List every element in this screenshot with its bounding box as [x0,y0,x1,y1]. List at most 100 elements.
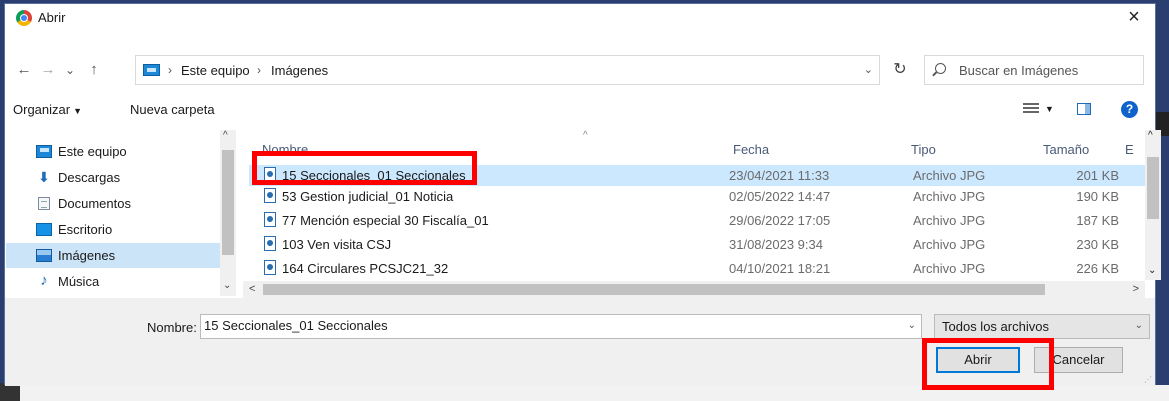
file-row[interactable]: 103 Ven visita CSJ 31/08/2023 9:34 Archi… [249,234,1145,255]
image-file-icon [264,260,276,275]
file-type: Archivo JPG [913,168,986,183]
search-icon [935,63,946,74]
file-type: Archivo JPG [913,237,986,252]
file-list-horizontal-scrollbar[interactable]: < > [243,281,1145,298]
search-input[interactable]: Buscar en Imágenes [924,55,1144,85]
file-type-filter-value: Todos los archivos [942,319,1049,334]
close-icon[interactable]: × [1121,6,1147,30]
file-list-vertical-scrollbar[interactable]: ^ ⌄ [1145,130,1161,280]
file-size: 230 KB [1076,237,1119,252]
address-bar[interactable]: › Este equipo › Imágenes ⌄ [135,55,880,85]
scroll-thumb[interactable] [1147,157,1159,219]
navigation-pane: Este equipo ⬇ Descargas Documentos Escri… [6,130,236,296]
file-date: 02/05/2022 14:47 [729,189,831,204]
image-file-icon [264,212,276,227]
column-header-truncated[interactable]: E [1125,142,1134,157]
file-type: Archivo JPG [913,189,986,204]
file-name-label: Nombre: [147,320,197,335]
sidebar-item-documentos[interactable]: Documentos [6,191,220,216]
column-header-type[interactable]: Tipo [911,142,936,157]
sidebar-item-label: Imágenes [58,248,116,263]
recent-locations-chevron-icon[interactable]: ⌄ [61,53,79,87]
file-row[interactable]: 77 Mención especial 30 Fiscalía_01 29/06… [249,210,1145,231]
address-row: ← → ⌄ ↑ › Este equipo › Imágenes ⌄ ↻ Bus… [5,53,1155,87]
title-bar: Abrir × [5,4,1155,38]
sidebar-item-label: Escritorio [58,222,113,237]
refresh-icon[interactable]: ↻ [885,55,915,85]
sidebar-item-label: Este equipo [58,144,127,159]
address-dropdown-chevron-icon[interactable]: ⌄ [864,63,873,76]
column-header-size[interactable]: Tamaño [1043,142,1089,157]
pictures-icon [36,249,52,262]
sidebar-item-imagenes[interactable]: Imágenes [6,243,220,268]
organize-menu-button[interactable]: Organizar ▼ [13,102,82,117]
file-type-filter-select[interactable]: Todos los archivos ⌄ [934,314,1150,339]
chevron-down-icon[interactable]: ⌄ [908,320,916,331]
sidebar-item-este-equipo[interactable]: Este equipo [6,139,220,164]
view-options-icon[interactable] [1023,103,1039,115]
search-placeholder: Buscar en Imágenes [959,63,1079,78]
download-icon: ⬇ [38,169,50,185]
sidebar-item-label: Descargas [58,170,121,185]
sidebar-item-label: Documentos [58,196,131,211]
file-type: Archivo JPG [913,261,986,276]
resize-grip-icon[interactable]: ⋰ [1144,375,1152,384]
view-options-caret-icon[interactable]: ▼ [1045,104,1054,114]
dialog-title: Abrir [38,10,66,25]
back-arrow-icon[interactable]: ← [13,53,35,87]
file-date: 31/08/2023 9:34 [729,237,823,252]
file-name: 164 Circulares PCSJC21_32 [282,261,449,276]
scroll-down-icon[interactable]: ⌄ [1148,265,1156,276]
up-arrow-icon[interactable]: ↑ [83,53,105,87]
breadcrumb-separator-icon: › [257,63,261,77]
highlight-open-button-annotation [922,338,1054,390]
file-size: 187 KB [1076,213,1119,228]
caret-down-icon: ▼ [73,106,82,116]
file-row[interactable]: 53 Gestion judicial_01 Noticia 02/05/202… [249,186,1145,207]
scroll-down-icon[interactable]: ⌄ [223,280,231,291]
image-file-icon [264,236,276,251]
file-name-combobox[interactable]: ⌄ [200,314,922,339]
highlight-selected-file-annotation [252,151,477,185]
breadcrumb-separator-icon: › [168,63,172,77]
scroll-up-icon[interactable]: ^ [1148,130,1153,141]
file-size: 226 KB [1076,261,1119,276]
toolbar: Organizar ▼ Nueva carpeta ▼ ? [5,95,1155,123]
file-row[interactable]: 164 Circulares PCSJC21_32 04/10/2021 18:… [249,258,1145,279]
forward-arrow-icon[interactable]: → [37,53,59,87]
breadcrumb-imagenes[interactable]: Imágenes [271,63,328,78]
column-header-date[interactable]: Fecha [733,142,769,157]
breadcrumb-este-equipo[interactable]: Este equipo [181,63,250,78]
help-icon[interactable]: ? [1121,101,1138,118]
document-icon [38,197,50,210]
open-file-dialog: Abrir × ← → ⌄ ↑ › Este equipo › Imágenes… [4,3,1161,386]
sidebar-item-escritorio[interactable]: Escritorio [6,217,220,242]
file-date: 23/04/2021 11:33 [729,168,830,183]
sidebar-item-musica[interactable]: ♪ Música [6,269,220,294]
chrome-icon [16,10,32,26]
scroll-thumb[interactable] [222,150,234,255]
file-name: 53 Gestion judicial_01 Noticia [282,189,454,204]
scroll-thumb[interactable] [263,284,1045,295]
desktop-icon [36,223,52,236]
new-folder-button[interactable]: Nueva carpeta [130,102,215,117]
scroll-left-icon[interactable]: < [249,283,255,295]
file-date: 29/06/2022 17:05 [729,213,831,228]
organize-label: Organizar [13,102,71,117]
sidebar-item-label: Música [58,274,100,289]
sidebar-item-descargas[interactable]: ⬇ Descargas [6,165,220,190]
preview-pane-icon[interactable] [1077,103,1091,115]
file-size: 201 KB [1076,168,1119,183]
scroll-right-icon[interactable]: > [1133,283,1139,295]
file-date: 04/10/2021 18:21 [729,261,831,276]
sort-indicator-icon: ^ [583,130,588,141]
file-name: 103 Ven visita CSJ [282,237,392,252]
file-name-input[interactable] [204,318,894,333]
computer-icon [36,145,52,158]
computer-icon [143,64,160,76]
navigation-scrollbar[interactable]: ^ ⌄ [220,130,236,296]
file-type: Archivo JPG [913,213,986,228]
chevron-down-icon: ⌄ [1134,320,1143,331]
scroll-up-icon[interactable]: ^ [223,130,228,141]
file-size: 190 KB [1076,189,1119,204]
